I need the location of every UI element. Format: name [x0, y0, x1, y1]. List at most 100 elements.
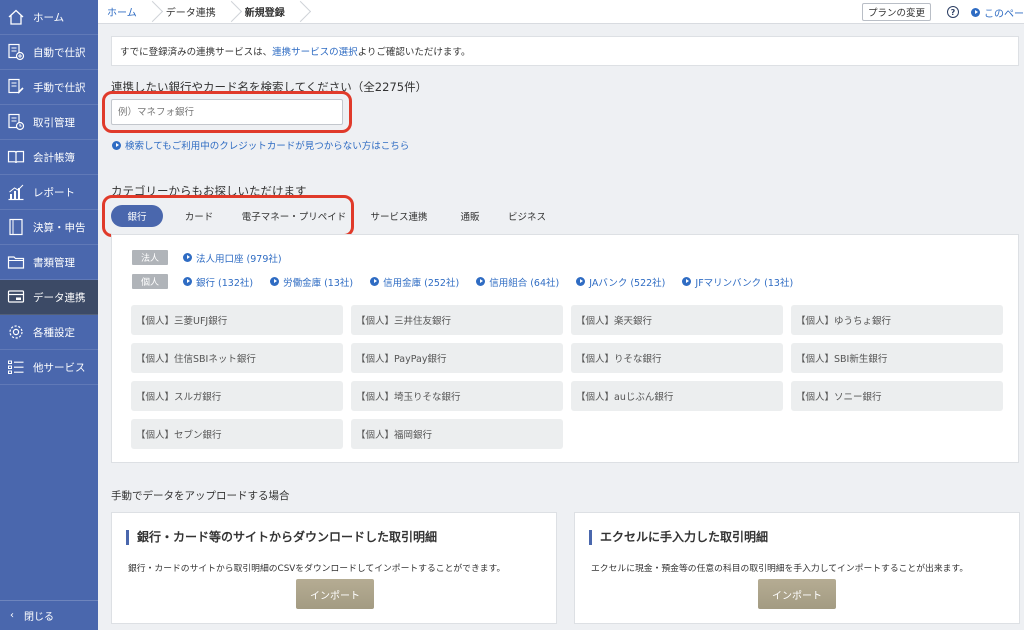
jf-marine-bank-link[interactable]: JFマリンバンク (13社): [682, 275, 793, 289]
page-help-link-label: このペー: [984, 8, 1024, 20]
auto-journal-icon: [6, 42, 26, 62]
csv-import-button[interactable]: インポート: [296, 579, 374, 609]
sidebar-item-other-services[interactable]: 他サービス: [0, 350, 98, 385]
corporate-row: 法人 法人用口座 (979社): [132, 250, 299, 265]
personal-bank-label: 銀行 (132社): [196, 277, 254, 289]
sidebar-item-report[interactable]: レポート: [0, 175, 98, 210]
arrow-circle-icon: [183, 277, 192, 286]
corporate-account-label: 法人用口座 (979社): [196, 253, 282, 265]
bank-button[interactable]: 【個人】セブン銀行: [131, 419, 343, 449]
bank-button[interactable]: 【個人】SBI新生銀行: [791, 343, 1003, 373]
arrow-circle-icon: [112, 140, 121, 150]
search-input[interactable]: [111, 99, 343, 125]
sidebar-item-tax-return[interactable]: 決算・申告: [0, 210, 98, 245]
main-content: すでに登録済みの連携サービスは、 連携サービスの選択 よりご確認いただけます。 …: [98, 24, 1024, 630]
corporate-badge: 法人: [132, 250, 168, 265]
sidebar-close-label: 閉じる: [24, 612, 54, 623]
tab-mail-order[interactable]: 通販: [445, 205, 495, 227]
search-highlight: [102, 91, 352, 133]
sidebar-item-settings[interactable]: 各種設定: [0, 315, 98, 350]
arrow-circle-icon: [270, 277, 280, 286]
shinkin-bank-label: 信用金庫 (252社): [383, 277, 460, 289]
data-link-icon: [6, 287, 26, 307]
tab-business[interactable]: ビジネス: [495, 205, 559, 227]
category-title: カテゴリーからもお探しいただけます: [111, 184, 307, 198]
arrow-circle-icon: [370, 277, 380, 286]
breadcrumb-separator: [295, 0, 305, 24]
csv-import-title: 銀行・カード等のサイトからダウンロードした取引明細: [126, 530, 437, 545]
report-chart-icon: [6, 182, 26, 202]
arrow-circle-icon: [971, 7, 980, 17]
bank-button[interactable]: 【個人】ソニー銀行: [791, 381, 1003, 411]
ja-bank-link[interactable]: JAバンク (522社): [576, 275, 665, 289]
sidebar-item-label: データ連携: [33, 291, 86, 304]
bank-button[interactable]: 【個人】りそな銀行: [571, 343, 783, 373]
breadcrumb-separator: [226, 0, 236, 24]
labor-bank-link[interactable]: 労働金庫 (13社): [270, 275, 353, 289]
plan-change-button[interactable]: プランの変更: [861, 3, 931, 21]
sidebar-close-button[interactable]: ‹ 閉じる: [0, 600, 98, 630]
bank-button[interactable]: 【個人】三菱UFJ銀行: [131, 305, 343, 335]
breadcrumb-separator: [147, 0, 157, 24]
notice-prefix: すでに登録済みの連携サービスは、: [120, 47, 273, 58]
notice-suffix: よりご確認いただけます。: [357, 47, 471, 58]
upload-section-title: 手動でデータをアップロードする場合: [111, 490, 290, 502]
tab-card[interactable]: カード: [163, 205, 235, 227]
breadcrumb-home[interactable]: ホーム: [98, 0, 147, 24]
sidebar-item-home[interactable]: ホーム: [0, 0, 98, 35]
breadcrumb-data-link[interactable]: データ連携: [157, 0, 226, 24]
bank-button[interactable]: 【個人】スルガ銀行: [131, 381, 343, 411]
tab-bank[interactable]: 銀行: [111, 205, 163, 227]
tab-e-money[interactable]: 電子マネー・プリペイド: [235, 205, 353, 227]
sidebar-item-label: 決算・申告: [33, 221, 86, 234]
bank-button[interactable]: 【個人】福岡銀行: [351, 419, 563, 449]
personal-bank-link[interactable]: 銀行 (132社): [183, 275, 253, 289]
book-icon: [6, 147, 26, 167]
credit-card-help-label: 検索してもご利用中のクレジットカードが見つからない方はこちら: [125, 141, 410, 152]
corporate-account-link[interactable]: 法人用口座 (979社): [183, 251, 282, 265]
sidebar-item-label: ホーム: [33, 11, 65, 24]
sidebar-item-label: 取引管理: [33, 116, 75, 129]
gear-icon: [6, 322, 26, 342]
labor-bank-label: 労働金庫 (13社): [283, 277, 354, 289]
excel-import-button[interactable]: インポート: [758, 579, 836, 609]
home-icon: [6, 7, 26, 27]
manual-journal-icon: [6, 77, 26, 97]
sidebar-item-auto-journal[interactable]: 自動で仕訳: [0, 35, 98, 70]
sidebar: ホーム 自動で仕訳 手動で仕訳 取引管理 会計帳簿 レポート 決算・申告 書類管…: [0, 0, 98, 630]
sidebar-item-documents[interactable]: 書類管理: [0, 245, 98, 280]
sidebar-item-label: 自動で仕訳: [33, 46, 86, 59]
sidebar-item-label: 会計帳簿: [33, 151, 75, 164]
help-icon[interactable]: ?: [947, 6, 959, 18]
credit-card-help-link[interactable]: 検索してもご利用中のクレジットカードが見つからない方はこちら: [112, 138, 409, 152]
bank-button[interactable]: 【個人】三井住友銀行: [351, 305, 563, 335]
bank-button[interactable]: 【個人】auじぶん銀行: [571, 381, 783, 411]
sidebar-item-data-link[interactable]: データ連携: [0, 280, 98, 315]
arrow-circle-icon: [476, 277, 486, 286]
bank-category-panel: 法人 法人用口座 (979社) 個人 銀行 (132社) 労働金庫 (13社) …: [111, 234, 1019, 463]
bank-button[interactable]: 【個人】住信SBIネット銀行: [131, 343, 343, 373]
credit-union-link[interactable]: 信用組合 (64社): [476, 275, 559, 289]
list-icon: [6, 357, 26, 377]
arrow-circle-icon: [576, 277, 586, 286]
jf-marine-bank-label: JFマリンバンク (13社): [695, 277, 794, 289]
shinkin-bank-link[interactable]: 信用金庫 (252社): [370, 275, 459, 289]
ja-bank-label: JAバンク (522社): [589, 277, 666, 289]
bank-button[interactable]: 【個人】ゆうちょ銀行: [791, 305, 1003, 335]
arrow-circle-icon: [682, 277, 692, 286]
tab-service-link[interactable]: サービス連携: [353, 205, 445, 227]
chevron-left-icon: ‹: [10, 610, 14, 621]
bank-button[interactable]: 【個人】埼玉りそな銀行: [351, 381, 563, 411]
bank-button[interactable]: 【個人】楽天銀行: [571, 305, 783, 335]
breadcrumb-current: 新規登録: [244, 8, 285, 19]
topbar-actions: プランの変更 ? このペー: [861, 0, 1024, 24]
page-help-link[interactable]: このペー: [971, 5, 1024, 20]
sidebar-item-label: 手動で仕訳: [33, 81, 86, 94]
sidebar-item-books[interactable]: 会計帳簿: [0, 140, 98, 175]
excel-import-title: エクセルに手入力した取引明細: [589, 530, 768, 545]
sidebar-item-manual-journal[interactable]: 手動で仕訳: [0, 70, 98, 105]
csv-import-card: 銀行・カード等のサイトからダウンロードした取引明細 銀行・カードのサイトから取引…: [111, 512, 557, 624]
sidebar-item-transactions[interactable]: 取引管理: [0, 105, 98, 140]
bank-button[interactable]: 【個人】PayPay銀行: [351, 343, 563, 373]
service-selection-link[interactable]: 連携サービスの選択: [272, 44, 358, 58]
